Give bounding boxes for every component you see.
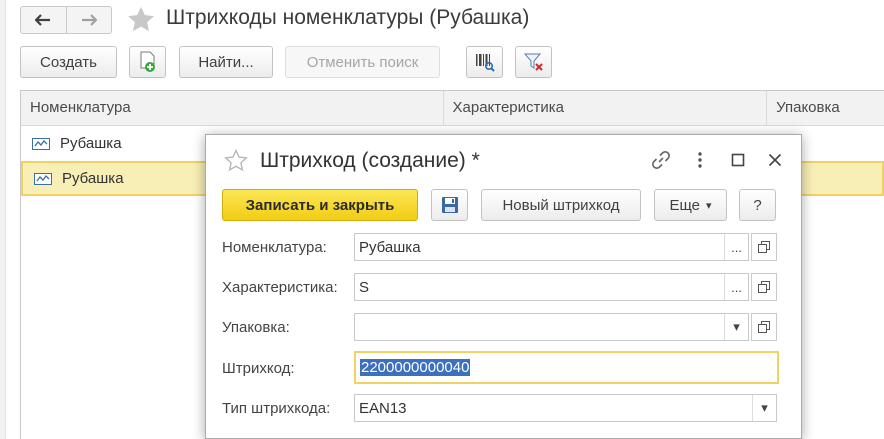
column-header-characteristic[interactable]: Характеристика: [444, 91, 768, 125]
package-label: Упаковка:: [222, 319, 290, 336]
cancel-search-button[interactable]: Отменить поиск: [285, 46, 440, 78]
copy-add-icon: [140, 51, 155, 72]
barcode-type-select[interactable]: EAN13 ▾: [354, 394, 777, 422]
row-nomenclature: Рубашка: [60, 135, 122, 152]
more-dropdown-button[interactable]: Еще ▾: [654, 189, 727, 221]
maximize-button[interactable]: [727, 149, 749, 171]
maximize-icon: [731, 153, 745, 167]
nomenclature-label: Номенклатура:: [222, 239, 327, 256]
open-icon: [758, 321, 770, 333]
open-nomenclature-button[interactable]: [751, 233, 777, 261]
save-and-close-button[interactable]: Записать и закрыть: [222, 189, 418, 221]
forward-button[interactable]: [65, 7, 112, 33]
more-actions-menu-button[interactable]: [689, 149, 711, 171]
arrow-right-icon: [81, 14, 97, 26]
barcode-create-dialog: Штрихкод (создание) * Записать и закрыть: [205, 134, 802, 439]
barcode-type-value: EAN13: [359, 399, 407, 417]
barcode-value: 2200000000040: [360, 359, 471, 376]
open-package-button[interactable]: [751, 313, 777, 341]
nomenclature-value: Рубашка: [359, 238, 421, 256]
more-label: Еще: [669, 196, 700, 214]
characteristic-label: Характеристика:: [222, 279, 338, 296]
open-icon: [758, 281, 770, 293]
characteristic-value: S: [359, 278, 370, 296]
nomenclature-field[interactable]: Рубашка ...: [354, 233, 749, 261]
choose-button[interactable]: ...: [724, 234, 748, 260]
floppy-disk-icon: [441, 197, 458, 213]
dialog-title: Штрихкод (создание) *: [260, 149, 480, 172]
new-barcode-button[interactable]: Новый штрихкод: [481, 189, 641, 221]
find-button[interactable]: Найти...: [179, 46, 273, 78]
page-title: Штрихкоды номенклатуры (Рубашка): [166, 6, 530, 29]
chevron-down-icon[interactable]: ▾: [724, 314, 748, 340]
close-icon: [768, 153, 782, 167]
choose-button[interactable]: ...: [724, 274, 748, 300]
left-edge-strip: [0, 0, 6, 439]
filter-clear-icon: [523, 53, 543, 71]
save-button[interactable]: [431, 189, 468, 221]
link-button[interactable]: [650, 149, 672, 171]
open-icon: [758, 241, 770, 253]
column-header-package[interactable]: Упаковка: [767, 91, 884, 125]
column-header-nomenclature[interactable]: Номенклатура: [21, 91, 444, 125]
item-icon: [34, 172, 52, 185]
characteristic-field[interactable]: S ...: [354, 273, 749, 301]
package-field[interactable]: ▾: [354, 313, 749, 341]
row-nomenclature: Рубашка: [62, 170, 124, 187]
navigation-buttons: [20, 6, 112, 34]
help-button[interactable]: ?: [739, 189, 776, 221]
item-icon: [32, 137, 50, 150]
chevron-down-icon[interactable]: ▾: [752, 395, 776, 421]
favorite-star-icon[interactable]: [224, 149, 248, 173]
open-characteristic-button[interactable]: [751, 273, 777, 301]
back-button[interactable]: [21, 7, 66, 33]
clear-filter-button[interactable]: [515, 46, 552, 78]
copy-button[interactable]: [129, 46, 166, 78]
barcode-search-button[interactable]: [466, 46, 503, 78]
favorite-star-icon[interactable]: [126, 5, 156, 35]
barcode-input[interactable]: 2200000000040: [354, 351, 779, 384]
barcode-search-icon: [475, 54, 495, 72]
close-button[interactable]: [764, 149, 786, 171]
chevron-down-icon: ▾: [706, 199, 712, 212]
link-icon: [652, 151, 670, 169]
barcode-label: Штрихкод:: [222, 360, 295, 377]
create-button[interactable]: Создать: [20, 46, 117, 78]
arrow-left-icon: [35, 14, 51, 26]
vertical-dots-icon: [698, 152, 702, 168]
barcode-type-label: Тип штрихкода:: [222, 400, 331, 417]
table-header: Номенклатура Характеристика Упаковка: [21, 91, 884, 126]
